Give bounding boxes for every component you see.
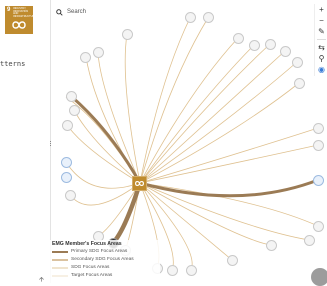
floating-action-button[interactable]: [311, 268, 327, 286]
graph-node[interactable]: [294, 78, 305, 89]
locate-icon[interactable]: ◉: [316, 64, 327, 75]
filter-icon[interactable]: ⚲: [316, 53, 327, 64]
infinity-icon: [135, 180, 144, 187]
layout-icon[interactable]: ⇆: [316, 42, 327, 53]
graph-node[interactable]: [69, 105, 80, 116]
graph-node[interactable]: [203, 12, 214, 23]
graph-node[interactable]: [93, 47, 104, 58]
graph-node[interactable]: [313, 221, 324, 232]
graph-edges: [65, 17, 319, 271]
graph-node[interactable]: [280, 46, 291, 57]
graph-node[interactable]: [167, 265, 178, 276]
legend-item-label: SDG Focus Areas: [71, 265, 110, 270]
legend-item-label: Target Focus Areas: [71, 273, 113, 278]
legend-item: Primary SDG Focus Areas: [52, 248, 127, 255]
legend: EMG Member's Focus Areas Primary SDG Foc…: [50, 240, 160, 283]
graph-node[interactable]: [313, 123, 324, 134]
graph-node[interactable]: [65, 190, 76, 201]
graph-node[interactable]: [313, 175, 324, 186]
pencil-icon[interactable]: ✎: [316, 26, 327, 37]
graph-node[interactable]: [62, 120, 73, 131]
graph-node[interactable]: [186, 265, 197, 276]
graph-node[interactable]: [292, 57, 303, 68]
graph-node[interactable]: [80, 52, 91, 63]
graph-node[interactable]: [227, 255, 238, 266]
graph-node[interactable]: [265, 39, 276, 50]
graph-node[interactable]: [304, 235, 315, 246]
graph-node[interactable]: [185, 12, 196, 23]
graph-node[interactable]: [233, 33, 244, 44]
zoom-in-icon[interactable]: +: [316, 4, 327, 15]
graph-node[interactable]: [61, 172, 72, 183]
graph-node[interactable]: [122, 29, 133, 40]
primary-edges: [70, 95, 320, 246]
zoom-out-icon[interactable]: −: [316, 15, 327, 26]
legend-item-label: Secondary SDG Focus Areas: [71, 257, 134, 262]
graph-node[interactable]: [66, 91, 77, 102]
graph-node[interactable]: [266, 240, 277, 251]
center-sdg-node[interactable]: [132, 176, 147, 191]
toolbar-divider: [317, 39, 326, 40]
legend-item: SDG Focus Areas: [52, 264, 109, 271]
legend-item: Target Focus Areas: [52, 272, 112, 279]
graph-node[interactable]: [249, 40, 260, 51]
graph-node[interactable]: [61, 157, 72, 168]
legend-item: Secondary SDG Focus Areas: [52, 256, 134, 263]
legend-item-label: Primary SDG Focus Areas: [71, 249, 128, 254]
legend-title: EMG Member's Focus Areas: [52, 241, 122, 247]
graph-toolbar: + − ✎ ⇆ ⚲ ◉: [314, 4, 327, 76]
graph-node[interactable]: [313, 140, 324, 151]
